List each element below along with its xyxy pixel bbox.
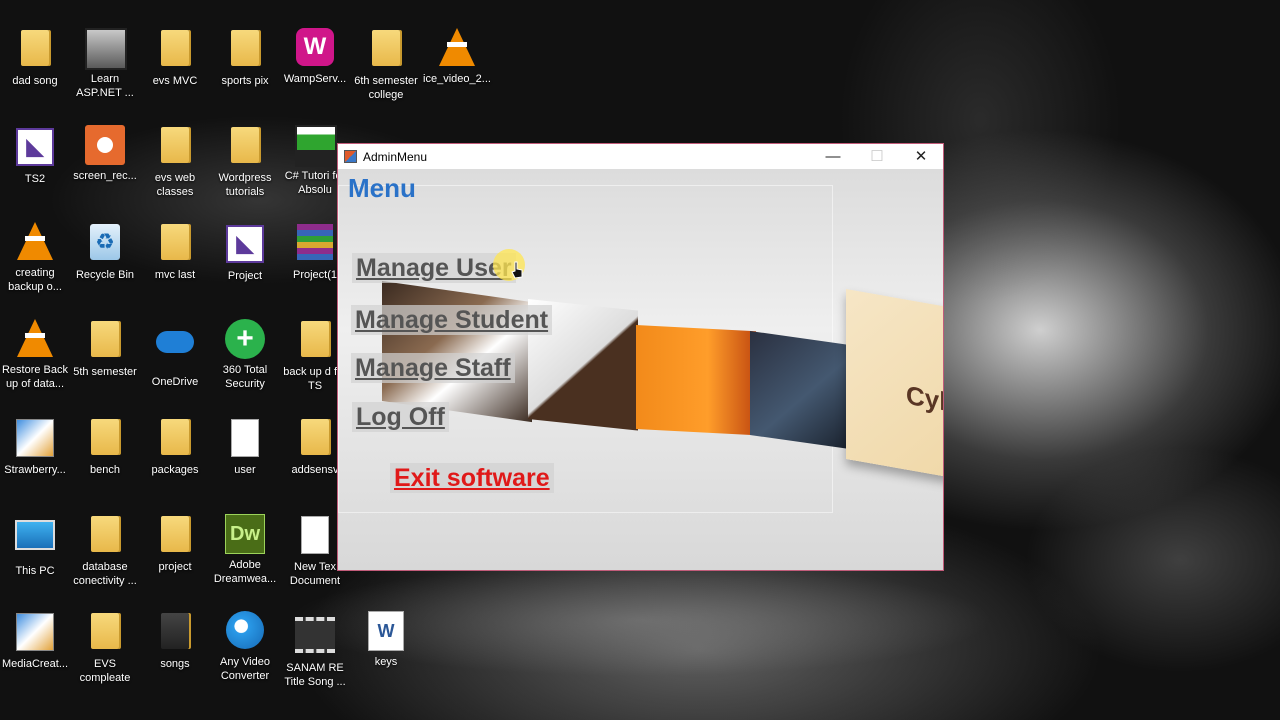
desktop-icon-project-vs[interactable]: ◣ Project	[210, 222, 280, 283]
desktop-icon-360-total-security[interactable]: +360 Total Security	[210, 319, 280, 391]
log-off-link[interactable]: Log Off	[352, 402, 449, 432]
folder-icon	[366, 30, 406, 70]
window-client-area: Menu Cybe Manage User Manage Student Man…	[338, 169, 943, 570]
film-icon	[295, 617, 335, 657]
banner-text: Cybe	[906, 379, 943, 421]
window-titlebar[interactable]: AdminMenu — ☐ ✕	[338, 144, 943, 169]
manage-user-link[interactable]: Manage User	[352, 253, 516, 283]
maximize-button[interactable]: ☐	[855, 144, 899, 169]
folder-icon	[295, 419, 335, 459]
desktop-icon-strawberry[interactable]: Strawberry...	[0, 417, 70, 477]
folder-icon	[155, 30, 195, 70]
desktop-icon-project-folder[interactable]: project	[140, 514, 210, 574]
desktop-icon-evs-web-classes[interactable]: evs web classes	[140, 125, 210, 199]
desktop-icon-screen-rec[interactable]: screen_rec...	[70, 125, 140, 183]
banner-panel-orange	[636, 325, 756, 436]
document-icon	[225, 419, 265, 459]
banner-panel-cyber: Cybe	[846, 289, 943, 479]
desktop-icon-learn-aspnet[interactable]: Learn ASP.NET ...	[70, 28, 140, 100]
desktop-icon-6th-semester[interactable]: 6th semester college	[351, 28, 421, 102]
desktop-icon-wordpress-tutorials[interactable]: Wordpress tutorials	[210, 125, 280, 199]
desktop-icon-any-video-converter[interactable]: Any Video Converter	[210, 611, 280, 683]
screen-recorder-icon	[85, 125, 125, 165]
desktop-icon-database-conectivity[interactable]: database conectivity ...	[70, 514, 140, 588]
menu-heading: Menu	[348, 173, 416, 203]
folder-icon	[85, 613, 125, 653]
banner-panel-coffee	[382, 281, 532, 423]
vlc-icon	[15, 319, 55, 359]
video-converter-icon	[225, 611, 265, 651]
security-icon: +	[225, 319, 265, 359]
video-thumbnail-icon	[85, 28, 127, 70]
folder-icon	[85, 419, 125, 459]
window-title: AdminMenu	[363, 149, 428, 164]
desktop-icon-dad-song[interactable]: dad song	[0, 28, 70, 88]
video-thumbnail-icon	[295, 125, 337, 167]
visual-studio-icon: ◣	[15, 128, 55, 168]
desktop-icon-sports-pix[interactable]: sports pix	[210, 28, 280, 88]
folder-icon	[85, 516, 125, 556]
desktop-icon-adobe-dreamweaver[interactable]: Dw Adobe Dreamwea...	[210, 514, 280, 586]
admin-menu-window: AdminMenu — ☐ ✕ Menu Cybe Manage User Ma…	[337, 143, 944, 571]
folder-icon	[225, 30, 265, 70]
wampserver-icon: W	[295, 28, 335, 68]
desktop-icon-wampserver[interactable]: W WampServ...	[280, 28, 350, 86]
folder-icon	[155, 419, 195, 459]
exit-software-link[interactable]: Exit software	[390, 463, 554, 493]
word-icon: W	[366, 611, 406, 651]
dreamweaver-icon: Dw	[225, 514, 265, 554]
folder-icon	[155, 127, 195, 167]
desktop-icon-bench[interactable]: bench	[70, 417, 140, 477]
desktop-icon-evs-mvc[interactable]: evs MVC	[140, 28, 210, 88]
folder-icon	[155, 613, 195, 653]
close-button[interactable]: ✕	[899, 144, 943, 169]
desktop-icon-packages[interactable]: packages	[140, 417, 210, 477]
folder-icon	[85, 321, 125, 361]
folder-icon	[225, 127, 265, 167]
desktop-icon-onedrive[interactable]: OneDrive	[140, 319, 210, 389]
minimize-button[interactable]: —	[811, 144, 855, 169]
desktop-icon-this-pc[interactable]: This PC	[0, 514, 70, 578]
desktop-icon-5th-semester[interactable]: 5th semester	[70, 319, 140, 379]
desktop-icon-user[interactable]: user	[210, 417, 280, 477]
onedrive-icon	[155, 331, 195, 371]
desktop-icon-mediacreation[interactable]: MediaCreat...	[0, 611, 70, 671]
hand-cursor-icon	[510, 261, 524, 279]
manage-student-link[interactable]: Manage Student	[351, 305, 553, 335]
computer-icon	[15, 520, 55, 560]
desktop-icon-evs-compleate[interactable]: EVS compleate	[70, 611, 140, 685]
visual-studio-icon: ◣	[225, 225, 265, 265]
desktop-icon-sanam-re[interactable]: SANAM RE Title Song ...	[280, 611, 350, 689]
folder-icon	[15, 30, 55, 70]
folder-icon	[295, 321, 335, 361]
document-icon	[295, 516, 335, 556]
vlc-icon	[437, 28, 477, 68]
desktop-icon-creating-backup[interactable]: creating backup o...	[0, 222, 70, 294]
desktop-icon-restore-back-up[interactable]: Restore Back up of data...	[0, 319, 70, 391]
manage-staff-link[interactable]: Manage Staff	[351, 353, 515, 383]
recycle-bin-icon: ♻	[85, 224, 125, 264]
vlc-icon	[15, 222, 55, 262]
app-icon	[344, 150, 357, 163]
desktop-icon-recycle-bin[interactable]: ♻ Recycle Bin	[70, 222, 140, 282]
folder-icon	[155, 224, 195, 264]
setup-icon	[15, 613, 55, 653]
desktop-icon-ts2[interactable]: ◣ TS2	[0, 125, 70, 186]
desktop-icon-mvc-last[interactable]: mvc last	[140, 222, 210, 282]
winrar-icon	[295, 224, 335, 264]
desktop-icon-songs[interactable]: songs	[140, 611, 210, 671]
folder-icon	[155, 516, 195, 556]
desktop-icon-keys[interactable]: Wkeys	[351, 611, 421, 669]
setup-icon	[15, 419, 55, 459]
desktop-icon-ice-video[interactable]: ice_video_2...	[422, 28, 492, 86]
